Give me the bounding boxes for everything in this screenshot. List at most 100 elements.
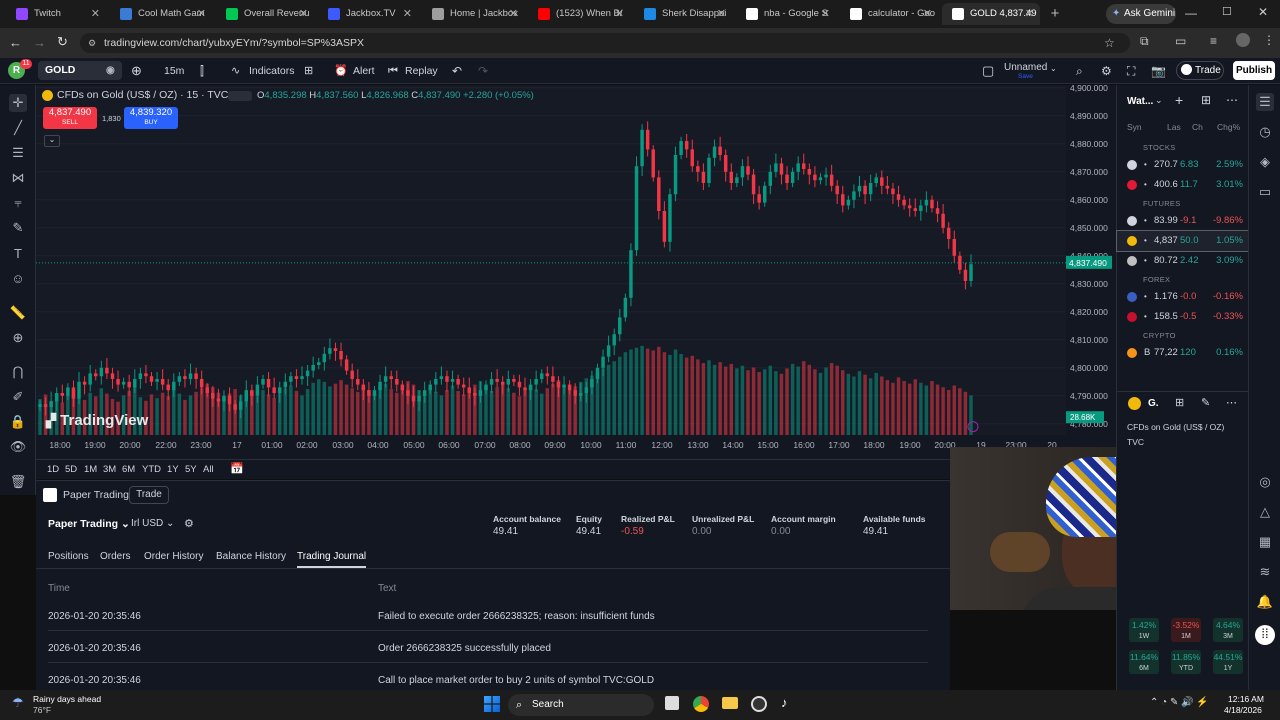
close-tab-icon[interactable]: ✕: [615, 3, 624, 25]
performance-cell[interactable]: -3.52% 1M: [1171, 618, 1201, 642]
watchlist-col-header[interactable]: Chg%: [1217, 122, 1240, 132]
trade-button[interactable]: Trade: [1176, 61, 1224, 80]
add-symbol-icon[interactable]: +: [1175, 92, 1183, 108]
forward-icon[interactable]: →: [33, 35, 46, 50]
watchlist-item[interactable]: • 4,837 50.0 1.05%: [1116, 230, 1250, 252]
performance-cell[interactable]: 11.85% YTD: [1171, 650, 1201, 674]
target-icon[interactable]: ◎: [1256, 473, 1274, 491]
date-range-icon[interactable]: 📅: [230, 462, 244, 475]
chrome-icon[interactable]: [693, 696, 709, 712]
detail-grid-icon[interactable]: ⊞: [1175, 396, 1184, 409]
watchlist-section[interactable]: CRYPTO: [1143, 331, 1176, 340]
watchlist-item[interactable]: • 158.5 -0.5 -0.33%: [1117, 307, 1249, 327]
currency-selector[interactable]: Irl USD ⌄: [131, 518, 174, 529]
minimize-window-button[interactable]: —: [1185, 6, 1197, 20]
publish-button[interactable]: Publish: [1233, 61, 1275, 80]
new-tab-button[interactable]: +: [1046, 5, 1064, 23]
watchlist-item[interactable]: 77,22 120 0.16% B: [1117, 343, 1249, 363]
chevron-down-icon[interactable]: ⌄: [1155, 95, 1163, 106]
weather-icon[interactable]: ☂: [12, 695, 24, 711]
crosshair-icon[interactable]: ✛: [9, 94, 27, 112]
alert-icon[interactable]: ⏰: [334, 58, 348, 84]
alerts-clock-icon[interactable]: ◷: [1256, 123, 1274, 141]
browser-tab[interactable]: (1523) When B/✕: [528, 3, 630, 25]
url-field[interactable]: ⚙ tradingview.com/chart/yubxyEYm/?symbol…: [80, 33, 1130, 53]
watchlist-col-header[interactable]: Syn: [1127, 122, 1142, 132]
range-button[interactable]: 1Y: [167, 464, 179, 475]
paper-tab[interactable]: Positions: [48, 551, 89, 562]
layout-checkbox-icon[interactable]: ▢: [982, 58, 994, 84]
lock-drawing-icon[interactable]: ✐: [9, 388, 27, 406]
range-button[interactable]: YTD: [142, 464, 161, 475]
zoom-in-icon[interactable]: ⊕: [9, 329, 27, 347]
close-tab-icon[interactable]: ✕: [91, 3, 100, 25]
account-selector[interactable]: Paper Trading ⌄: [48, 518, 130, 530]
more-options-icon[interactable]: ⋯: [1226, 93, 1238, 107]
watchlist-section[interactable]: FUTURES: [1143, 199, 1181, 208]
system-tray[interactable]: ⌃ ◔ ✎ 🔊 ⚡: [1150, 697, 1209, 708]
hide-drawings-icon[interactable]: 👁: [9, 438, 27, 456]
range-button[interactable]: 5Y: [185, 464, 197, 475]
close-tab-icon[interactable]: ✕: [197, 3, 206, 25]
start-icon[interactable]: [484, 696, 500, 712]
layers-icon[interactable]: ◈: [1256, 153, 1274, 171]
profile-icon[interactable]: [1236, 33, 1250, 47]
browser-tab[interactable]: calculator - Goo ✕: [840, 3, 938, 25]
browser-tab[interactable]: Home | Jackbox ✕: [422, 3, 524, 25]
chart-canvas[interactable]: 4,900.000 4,890.000 4,880.000 4,870.000 4,86…: [36, 85, 1116, 460]
templates-icon[interactable]: ⊞: [304, 58, 313, 84]
browser-tab[interactable]: Twitch ✕: [6, 3, 106, 25]
paper-tab[interactable]: Trading Journal: [297, 551, 367, 568]
paper-tab[interactable]: Orders: [100, 551, 131, 562]
magnet-icon[interactable]: ⋂: [9, 363, 27, 381]
legend-toggle[interactable]: [228, 91, 252, 101]
price-chart[interactable]: 4,900.000 4,890.000 4,880.000 4,870.000 4,86…: [36, 85, 1116, 460]
site-info-icon[interactable]: ⚙: [88, 33, 96, 53]
file-explorer-icon[interactable]: [722, 697, 738, 709]
watchlist-icon[interactable]: ☰: [1256, 93, 1274, 111]
performance-cell[interactable]: 1.42% 1W: [1129, 618, 1159, 642]
sell-button[interactable]: 4,837.490 SELL: [43, 107, 97, 129]
watchlist-item[interactable]: • 270.7 6.83 2.59%: [1117, 155, 1249, 175]
performance-cell[interactable]: 4.64% 3M: [1213, 618, 1243, 642]
close-tab-icon[interactable]: ✕: [1025, 3, 1034, 25]
fib-retracement-icon[interactable]: ☰: [9, 144, 27, 162]
performance-cell[interactable]: 44.51% 1Y: [1213, 650, 1243, 674]
close-tab-icon[interactable]: ✕: [923, 3, 932, 25]
ruler-icon[interactable]: 📏: [9, 304, 27, 322]
watchlist-section[interactable]: STOCKS: [1143, 143, 1176, 152]
close-tab-icon[interactable]: ✕: [403, 3, 412, 25]
layout-name-button[interactable]: Unnamed Save ⌄: [1004, 61, 1062, 83]
watchlist-item[interactable]: • 400.6 11.7 3.01%: [1117, 175, 1249, 195]
watchlist-item[interactable]: • 1.176 -0.0 -0.16%: [1117, 287, 1249, 307]
browser-tab[interactable]: Overall Revenu ✕: [216, 3, 314, 25]
camera-icon[interactable]: 📷: [1151, 58, 1166, 84]
close-tab-icon[interactable]: ✕: [821, 3, 830, 25]
brush-icon[interactable]: ✎: [9, 219, 27, 237]
account-settings-icon[interactable]: ⚙: [184, 517, 194, 530]
range-button[interactable]: 6M: [122, 464, 135, 475]
fullscreen-icon[interactable]: ⛶: [1127, 58, 1135, 84]
browser-tab[interactable]: Sherk Disappoi ✕: [634, 3, 732, 25]
range-button[interactable]: 5D: [65, 464, 77, 475]
browser-menu-icon[interactable]: ⋮: [1263, 33, 1275, 47]
eye-icon[interactable]: ◉: [106, 61, 115, 80]
replay-button[interactable]: Replay: [405, 58, 438, 84]
cast-icon[interactable]: ▭: [1175, 34, 1186, 48]
legend-collapse-button[interactable]: ⌄: [44, 135, 60, 147]
maximize-window-button[interactable]: ☐: [1222, 5, 1232, 18]
replay-icon[interactable]: ⏮: [388, 58, 398, 84]
browser-tab[interactable]: Cool Math Gam ✕: [110, 3, 212, 25]
chart-type-candles-icon[interactable]: ⫿: [200, 58, 204, 84]
close-tab-icon[interactable]: ✕: [509, 3, 518, 25]
indicators-button[interactable]: Indicators: [249, 58, 295, 84]
downloads-icon[interactable]: ≡: [1210, 34, 1217, 48]
lock-icon[interactable]: 🔒: [9, 413, 27, 431]
watchlist-col-header[interactable]: Ch: [1192, 122, 1203, 132]
extensions-icon[interactable]: ⧉: [1140, 34, 1149, 49]
clock-time[interactable]: 12:16 AM: [1228, 694, 1264, 704]
performance-cell[interactable]: 11.64% 6M: [1129, 650, 1159, 674]
text-tool-icon[interactable]: T: [9, 245, 27, 263]
trend-line-icon[interactable]: ╱: [9, 119, 27, 137]
notifications-icon[interactable]: 🔔: [1256, 593, 1274, 611]
